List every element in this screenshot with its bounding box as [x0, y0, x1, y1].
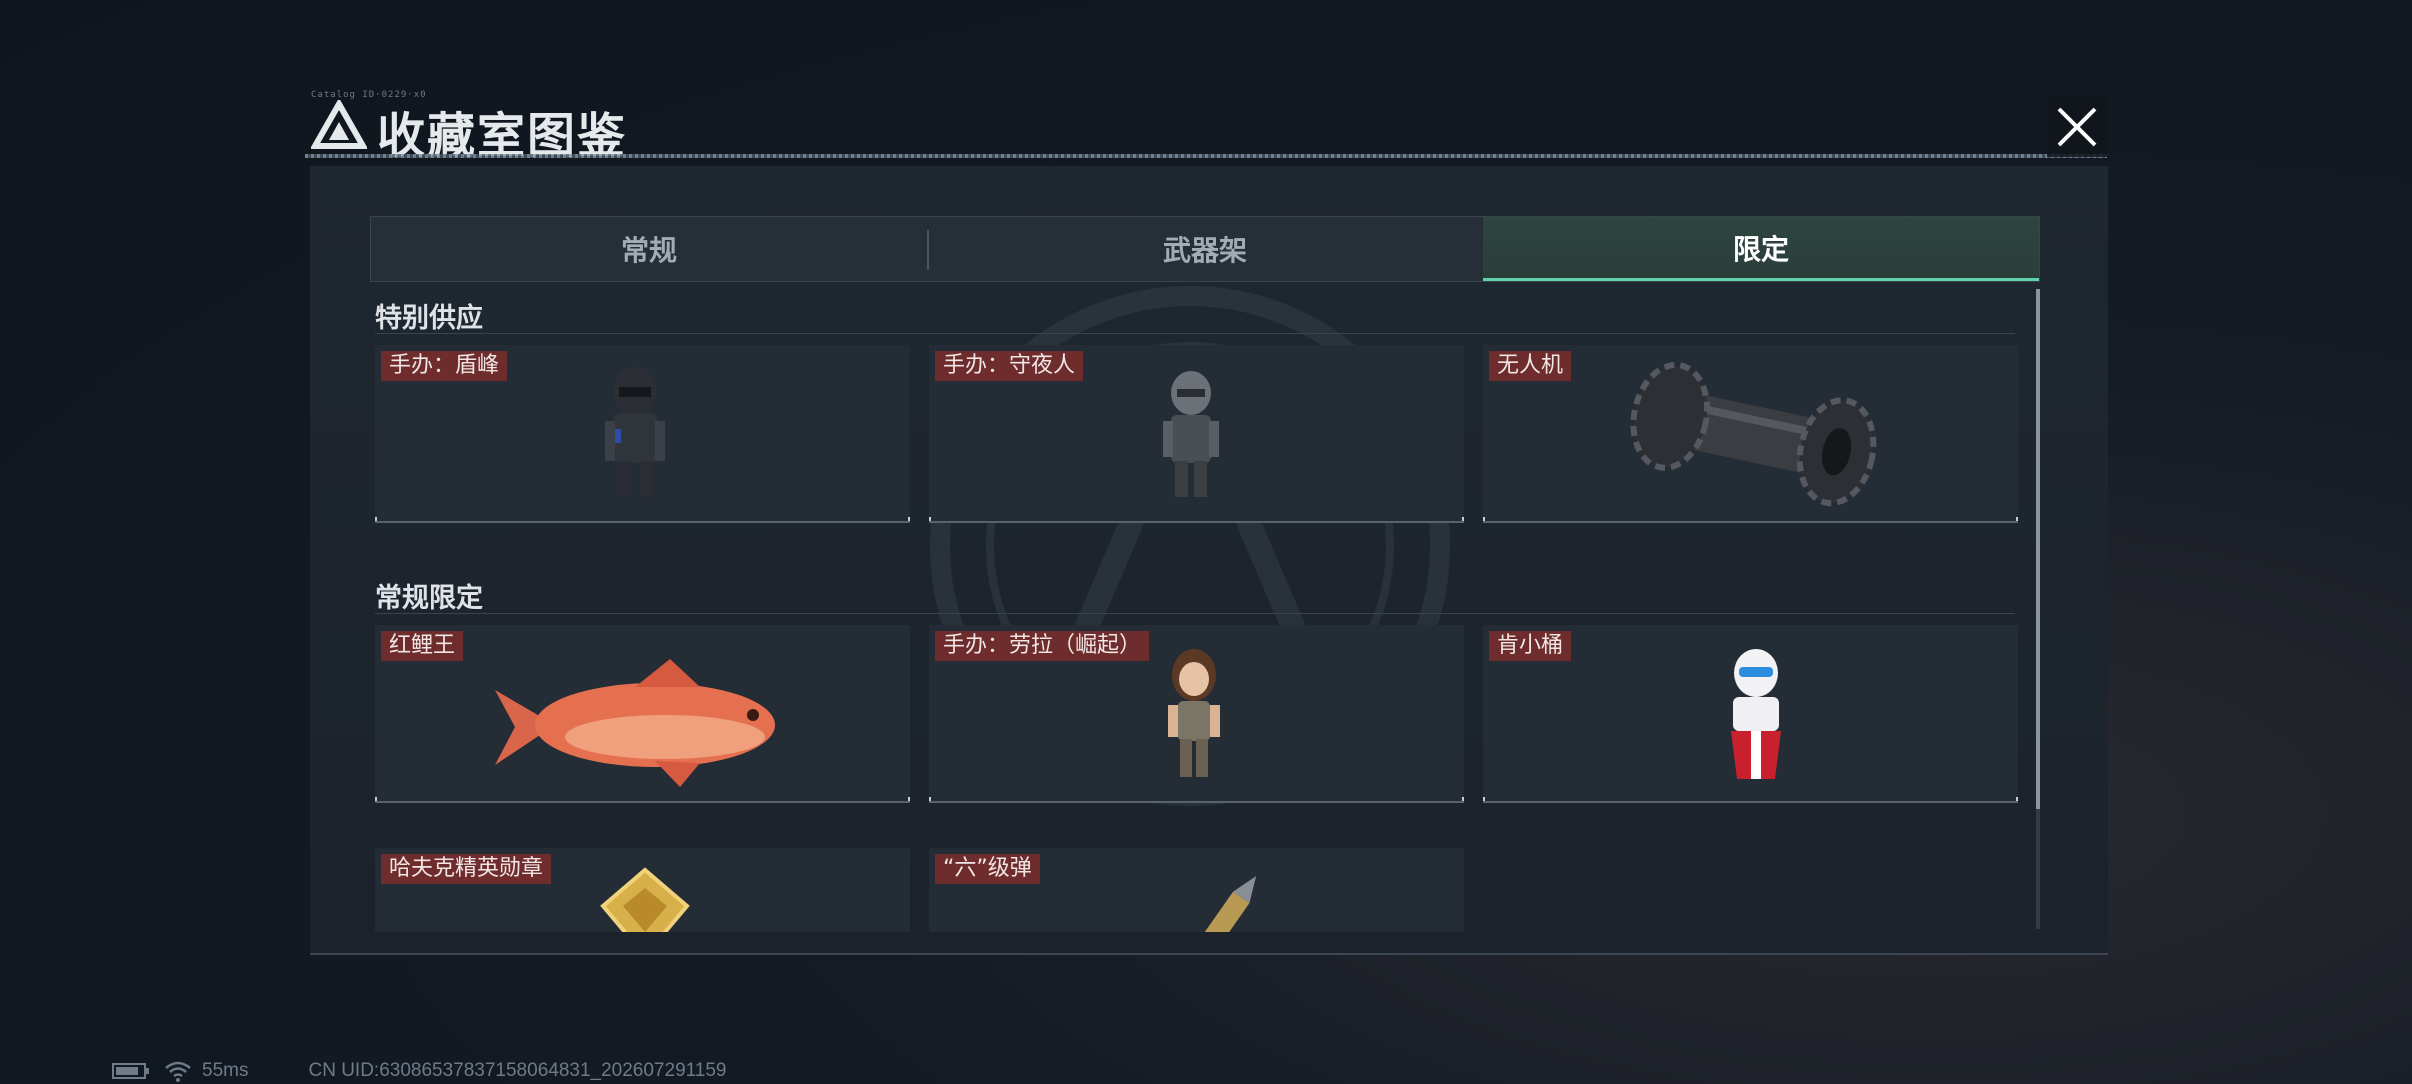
- tab-regular[interactable]: 常规: [371, 217, 927, 281]
- uid-text: CN UID:63086537837158064831_202607291159: [308, 1060, 727, 1081]
- item-label: 无人机: [1489, 351, 1572, 381]
- collection-dialog: 常规 武器架 限定 特别供应 手办：盾峰 手办：守夜人 无人机 常规限定 红鲤王…: [310, 166, 2108, 955]
- section-title: 常规限定: [375, 562, 2015, 614]
- category-tabs: 常规 武器架 限定: [370, 216, 2040, 282]
- lara-figurine-icon: [1168, 649, 1220, 777]
- item-label: 手办：盾峰: [381, 351, 508, 381]
- collection-item[interactable]: 无人机: [1483, 345, 2018, 523]
- collection-item[interactable]: 肯小桶: [1483, 625, 2018, 803]
- collection-item[interactable]: 手办：守夜人: [929, 345, 1464, 523]
- status-bar: 55ms CN UID:63086537837158064831_2026072…: [112, 1059, 727, 1083]
- tab-limited[interactable]: 限定: [1483, 217, 2039, 281]
- item-label: 手办：劳拉（崛起）: [935, 631, 1150, 661]
- collection-item[interactable]: 手办：盾峰: [375, 345, 910, 523]
- masked-soldier-figurine-icon: [1163, 371, 1219, 497]
- title-divider: [305, 154, 2107, 158]
- drone-cylinder-icon: [1630, 361, 1877, 507]
- bullet-icon: [1187, 876, 1257, 932]
- close-icon: [2057, 107, 2097, 147]
- tab-weapon-rack[interactable]: 武器架: [927, 217, 1483, 281]
- item-label: 哈夫克精英勋章: [381, 854, 552, 884]
- battery-icon: [112, 1063, 149, 1079]
- collection-item[interactable]: “六”级弹: [929, 848, 1464, 932]
- item-label: 红鲤王: [381, 631, 464, 661]
- dialog-title-bar: Catalog ID·0229·x0 收藏室图鉴: [305, 90, 2107, 164]
- ping-text: 55ms: [202, 1060, 249, 1081]
- wifi-icon: [165, 1061, 191, 1082]
- collection-item[interactable]: 红鲤王: [375, 625, 910, 803]
- battery-level: [116, 1067, 139, 1075]
- scrollbar-thumb[interactable]: [2036, 289, 2040, 809]
- delta-logo-icon: [311, 100, 367, 149]
- collection-item[interactable]: 手办：劳拉（崛起）: [929, 625, 1464, 803]
- item-label: “六”级弹: [935, 854, 1040, 884]
- red-carp-icon: [495, 659, 775, 787]
- list-scrollbar[interactable]: [2036, 289, 2040, 929]
- item-label: 肯小桶: [1489, 631, 1572, 661]
- gold-medal-icon: [600, 867, 690, 932]
- item-label: 手办：守夜人: [935, 351, 1084, 381]
- close-button[interactable]: [2047, 97, 2107, 157]
- section-title: 特别供应: [375, 282, 2015, 334]
- collection-list[interactable]: 特别供应 手办：盾峰 手办：守夜人 无人机 常规限定 红鲤王 手办：劳拉（崛起）…: [370, 282, 2030, 932]
- armored-soldier-figurine-icon: [605, 367, 665, 497]
- kfc-bucket-figurine-icon: [1731, 649, 1781, 779]
- collection-item[interactable]: 哈夫克精英勋章: [375, 848, 910, 932]
